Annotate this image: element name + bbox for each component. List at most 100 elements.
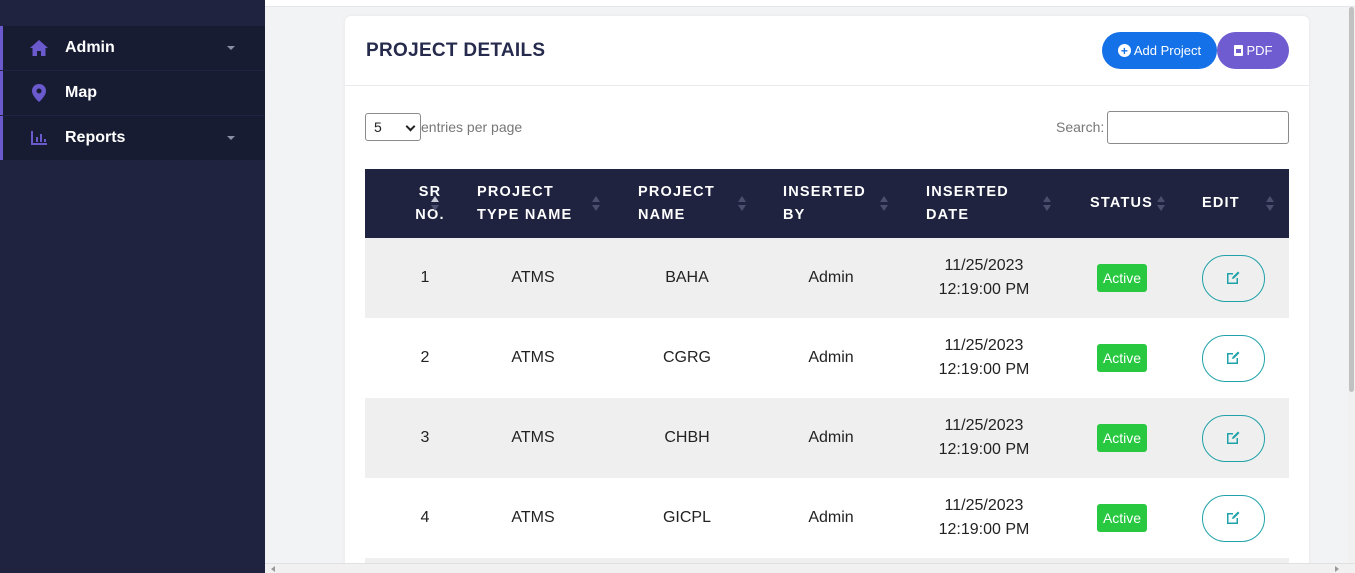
cell-sr: 3 [420,429,430,446]
header-line: PROJECT [477,183,554,200]
search-label: Search: [1056,119,1105,135]
cell-status: Active [1082,238,1162,318]
date-text: 11/25/2023 [944,417,1024,434]
cell-name: GICPL [662,509,711,526]
cell-date: 11/25/2023 12:19:00 PM [914,478,1054,558]
cell-type: ATMS [511,269,555,286]
date-text: 11/25/2023 [944,497,1024,514]
chevron-down-icon [405,121,416,132]
cell-edit [1193,478,1273,558]
cell-edit [1193,318,1273,398]
top-bar [265,0,1355,7]
cell-by: Admin [808,509,854,526]
date-text: 11/25/2023 [944,257,1024,274]
column-header-inserted-date[interactable]: INSERTED DATE [926,169,1026,238]
table-row: 2 ATMS CGRG Admin 11/25/2023 12:19:00 PM… [365,318,1289,398]
sort-icon [1043,196,1051,212]
cell-date: 11/25/2023 12:19:00 PM [914,238,1054,318]
add-project-button[interactable]: + Add Project [1102,32,1217,69]
scroll-right-icon[interactable] [1335,566,1339,572]
sidebar-item-label: Admin [65,39,115,56]
horizontal-scrollbar[interactable] [265,563,1355,573]
scroll-left-icon[interactable] [271,566,275,572]
sort-icon [880,196,888,212]
header-line: STATUS [1090,195,1154,211]
caret-down-icon [227,136,235,140]
project-details-card: PROJECT DETAILS + Add Project PDF 5 entr… [345,16,1309,573]
sort-icon [1157,196,1165,212]
sidebar-item-reports[interactable]: Reports [0,116,265,160]
cell-sr: 4 [420,509,430,526]
cell-name: CGRG [663,349,711,366]
cell-sr: 1 [420,269,430,286]
table-row: 3 ATMS CHBH Admin 11/25/2023 12:19:00 PM… [365,398,1289,478]
table-row: 4 ATMS GICPL Admin 11/25/2023 12:19:00 P… [365,478,1289,558]
header-line: NO. [415,206,445,223]
edit-button[interactable] [1201,254,1265,302]
cell-date: 11/25/2023 12:19:00 PM [914,318,1054,398]
page-title: PROJECT DETAILS [366,40,546,61]
cell-by: Admin [808,429,854,446]
sort-icon [592,196,600,212]
time-text: 12:19:00 PM [938,441,1030,458]
cell-date: 11/25/2023 12:19:00 PM [914,398,1054,478]
cell-by: Admin [808,349,854,366]
entries-label: entries per page [421,119,523,135]
header-line: SR [418,183,442,200]
edit-icon [1227,431,1240,444]
table-header: SR NO. PROJECT TYPE NAME PROJECT NAME INSER… [365,169,1289,238]
time-text: 12:19:00 PM [938,361,1030,378]
header-line: INSERTED [926,183,1009,200]
edit-icon [1227,511,1240,524]
bar-chart-icon [29,128,49,148]
entries-per-page-select[interactable]: 5 [365,113,421,141]
cell-status: Active [1082,318,1162,398]
sidebar-item-label: Reports [65,129,126,146]
sidebar: Admin Map Reports [0,0,265,573]
cell-type: ATMS [511,429,555,446]
cell-edit [1193,238,1273,318]
vertical-scrollbar[interactable] [1348,7,1355,563]
column-header-project-type-name[interactable]: PROJECT TYPE NAME [477,169,597,238]
time-text: 12:19:00 PM [938,521,1030,538]
card-header: PROJECT DETAILS + Add Project PDF [345,16,1309,86]
header-line: PROJECT [638,183,715,200]
sort-icon [738,196,746,212]
pdf-label: PDF [1246,43,1273,58]
cell-by: Admin [808,269,854,286]
search-input[interactable] [1107,111,1289,144]
status-badge: Active [1096,424,1148,452]
column-header-inserted-by[interactable]: INSERTED BY [783,169,883,238]
pdf-file-icon [1233,45,1243,56]
status-badge: Active [1096,264,1148,292]
edit-button[interactable] [1201,414,1265,462]
status-badge: Active [1096,504,1148,532]
edit-button[interactable] [1201,334,1265,382]
header-line: INSERTED [783,183,866,200]
header-line: EDIT [1202,195,1240,211]
cell-status: Active [1082,398,1162,478]
scrollbar-thumb[interactable] [1349,7,1354,392]
header-line: TYPE NAME [477,206,573,223]
caret-down-icon [227,46,235,50]
header-line: DATE [926,206,970,223]
edit-button[interactable] [1201,494,1265,542]
status-badge: Active [1096,344,1148,372]
column-header-edit[interactable]: EDIT [1202,169,1252,238]
column-header-project-name[interactable]: PROJECT NAME [638,169,738,238]
cell-name: CHBH [664,429,710,446]
entries-value: 5 [374,119,382,135]
header-line: BY [783,206,806,223]
column-header-sr-no[interactable]: SR NO. [405,169,455,238]
header-line: NAME [638,206,686,223]
cell-sr: 2 [420,349,430,366]
sort-icon [431,196,439,212]
add-project-label: Add Project [1133,43,1202,58]
edit-icon [1227,351,1240,364]
cell-type: ATMS [511,349,555,366]
column-header-status[interactable]: STATUS [1090,169,1160,238]
sidebar-item-admin[interactable]: Admin [0,26,265,70]
sort-icon [1266,196,1274,212]
pdf-button[interactable]: PDF [1217,32,1289,69]
sidebar-item-map[interactable]: Map [0,71,265,115]
